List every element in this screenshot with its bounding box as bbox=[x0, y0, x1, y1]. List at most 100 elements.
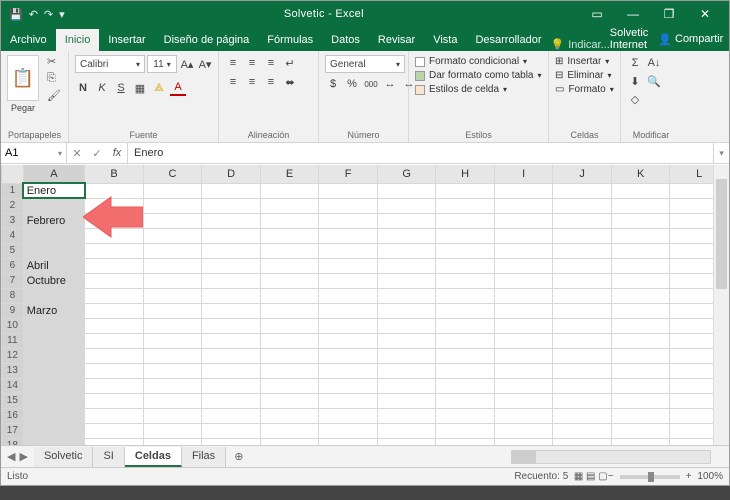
cell-J9[interactable] bbox=[553, 303, 611, 318]
row-header-1[interactable]: 1 bbox=[2, 183, 24, 198]
cell-F14[interactable] bbox=[319, 378, 378, 393]
row-header-17[interactable]: 17 bbox=[2, 423, 24, 438]
format-painter-icon[interactable]: 🖌 bbox=[47, 89, 61, 102]
cell-K5[interactable] bbox=[611, 243, 670, 258]
cell-K14[interactable] bbox=[611, 378, 670, 393]
cell-G10[interactable] bbox=[377, 318, 436, 333]
format-as-table-button[interactable]: Dar formato como tabla▾ bbox=[415, 69, 542, 82]
cell-C8[interactable] bbox=[143, 288, 202, 303]
cell-K13[interactable] bbox=[611, 363, 670, 378]
cell-A11[interactable] bbox=[23, 333, 85, 348]
align-middle-icon[interactable]: ≡ bbox=[244, 55, 260, 71]
cell-J8[interactable] bbox=[553, 288, 611, 303]
cell-A16[interactable] bbox=[23, 408, 85, 423]
horizontal-scroll-thumb[interactable] bbox=[512, 451, 536, 463]
cell-C4[interactable] bbox=[143, 228, 202, 243]
find-icon[interactable]: 🔍 bbox=[646, 73, 662, 89]
cell-G6[interactable] bbox=[377, 258, 436, 273]
cell-A12[interactable] bbox=[23, 348, 85, 363]
cell-C17[interactable] bbox=[143, 423, 202, 438]
underline-button[interactable]: S bbox=[113, 80, 129, 96]
cell-C5[interactable] bbox=[143, 243, 202, 258]
cell-G2[interactable] bbox=[377, 198, 436, 213]
sort-filter-icon[interactable]: A↓ bbox=[646, 55, 662, 71]
maximize-icon[interactable]: ❐ bbox=[655, 7, 683, 21]
cell-I2[interactable] bbox=[494, 198, 552, 213]
cell-H2[interactable] bbox=[436, 198, 495, 213]
cell-E2[interactable] bbox=[260, 198, 319, 213]
row-header-9[interactable]: 9 bbox=[2, 303, 24, 318]
comma-icon[interactable]: 000 bbox=[363, 76, 379, 92]
zoom-value[interactable]: 100% bbox=[697, 471, 723, 482]
enter-formula-icon[interactable]: ✓ bbox=[87, 147, 107, 160]
clear-icon[interactable]: ◇ bbox=[627, 91, 643, 107]
formula-bar-expand-icon[interactable]: ▾ bbox=[713, 143, 729, 163]
cell-D12[interactable] bbox=[202, 348, 261, 363]
cell-D11[interactable] bbox=[202, 333, 261, 348]
cell-J15[interactable] bbox=[553, 393, 611, 408]
cell-G14[interactable] bbox=[377, 378, 436, 393]
column-header-K[interactable]: K bbox=[611, 165, 670, 183]
column-header-G[interactable]: G bbox=[377, 165, 436, 183]
delete-cells-button[interactable]: ⊟Eliminar▾ bbox=[555, 69, 612, 82]
cell-I4[interactable] bbox=[494, 228, 552, 243]
zoom-slider-thumb[interactable] bbox=[648, 472, 654, 482]
select-all-corner[interactable] bbox=[2, 165, 24, 183]
cell-H5[interactable] bbox=[436, 243, 495, 258]
cell-K3[interactable] bbox=[611, 213, 670, 228]
cell-F1[interactable] bbox=[319, 183, 378, 198]
cell-I10[interactable] bbox=[494, 318, 552, 333]
cell-J5[interactable] bbox=[553, 243, 611, 258]
insert-cells-button[interactable]: ⊞Insertar▾ bbox=[555, 55, 609, 68]
cell-G1[interactable] bbox=[377, 183, 436, 198]
cell-A2[interactable] bbox=[23, 198, 85, 213]
cell-D9[interactable] bbox=[202, 303, 261, 318]
cell-K11[interactable] bbox=[611, 333, 670, 348]
horizontal-scrollbar[interactable] bbox=[511, 450, 711, 464]
align-right-icon[interactable]: ≡ bbox=[263, 74, 279, 90]
currency-icon[interactable]: $ bbox=[325, 76, 341, 92]
cell-D2[interactable] bbox=[202, 198, 261, 213]
border-icon[interactable]: ▦ bbox=[132, 80, 148, 96]
cell-J2[interactable] bbox=[553, 198, 611, 213]
cell-C6[interactable] bbox=[143, 258, 202, 273]
sheet-nav-next-icon[interactable]: ▶ bbox=[19, 450, 27, 463]
minimize-icon[interactable]: — bbox=[619, 7, 647, 21]
cell-D4[interactable] bbox=[202, 228, 261, 243]
row-header-2[interactable]: 2 bbox=[2, 198, 24, 213]
fill-icon[interactable]: ⬇ bbox=[627, 73, 643, 89]
cell-C18[interactable] bbox=[143, 438, 202, 445]
cell-A17[interactable] bbox=[23, 423, 85, 438]
align-left-icon[interactable]: ≡ bbox=[225, 74, 241, 90]
cell-E16[interactable] bbox=[260, 408, 319, 423]
vertical-scrollbar[interactable] bbox=[713, 165, 729, 445]
cell-K18[interactable] bbox=[611, 438, 670, 445]
cell-B10[interactable] bbox=[85, 318, 144, 333]
cell-G16[interactable] bbox=[377, 408, 436, 423]
cell-I5[interactable] bbox=[494, 243, 552, 258]
cell-G12[interactable] bbox=[377, 348, 436, 363]
cell-F5[interactable] bbox=[319, 243, 378, 258]
cell-I17[interactable] bbox=[494, 423, 552, 438]
cell-J7[interactable] bbox=[553, 273, 611, 288]
cell-B17[interactable] bbox=[85, 423, 144, 438]
cell-C3[interactable] bbox=[143, 213, 202, 228]
cell-A10[interactable] bbox=[23, 318, 85, 333]
merge-icon[interactable]: ⬌ bbox=[282, 74, 298, 90]
cell-B9[interactable] bbox=[85, 303, 144, 318]
cell-F13[interactable] bbox=[319, 363, 378, 378]
cell-J6[interactable] bbox=[553, 258, 611, 273]
cell-K17[interactable] bbox=[611, 423, 670, 438]
cell-D13[interactable] bbox=[202, 363, 261, 378]
view-pagelayout-icon[interactable]: ▤ bbox=[586, 471, 595, 482]
cell-D7[interactable] bbox=[202, 273, 261, 288]
cell-F17[interactable] bbox=[319, 423, 378, 438]
column-header-J[interactable]: J bbox=[553, 165, 611, 183]
cell-A6[interactable]: Abril bbox=[23, 258, 85, 273]
cell-E10[interactable] bbox=[260, 318, 319, 333]
cell-A13[interactable] bbox=[23, 363, 85, 378]
column-header-D[interactable]: D bbox=[202, 165, 261, 183]
cell-I1[interactable] bbox=[494, 183, 552, 198]
view-pagebreak-icon[interactable]: ▢ bbox=[598, 471, 607, 482]
cell-D3[interactable] bbox=[202, 213, 261, 228]
